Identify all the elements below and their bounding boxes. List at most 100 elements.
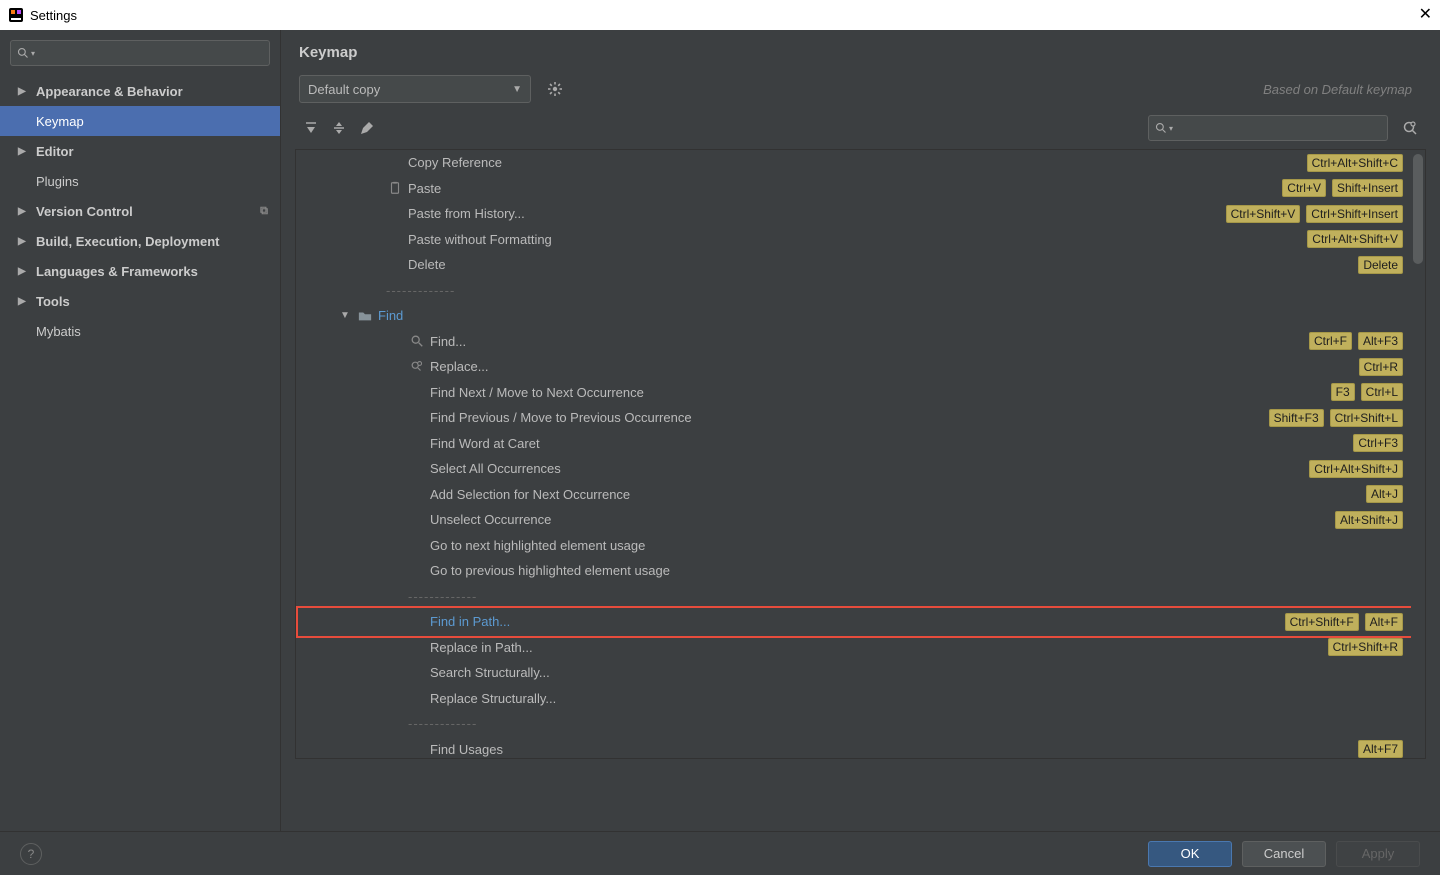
- tree-group-find[interactable]: ▼Find: [296, 303, 1411, 329]
- chevron-right-icon: ▶: [18, 266, 30, 277]
- actions-search[interactable]: ▾: [1148, 115, 1388, 141]
- shortcut-badge: Shift+F3: [1269, 409, 1324, 427]
- shortcut-badge: Ctrl+Alt+Shift+J: [1309, 460, 1403, 478]
- chevron-right-icon: ▶: [18, 236, 30, 247]
- separator-text: -------------: [408, 589, 477, 604]
- shortcut-group: Ctrl+Alt+Shift+J: [1309, 460, 1403, 478]
- tree-separator: -------------: [296, 278, 1411, 304]
- tree-item-label: Replace Structurally...: [430, 691, 556, 706]
- shortcut-badge: Ctrl+F: [1309, 332, 1352, 350]
- tree-item-label: Paste from History...: [408, 206, 525, 221]
- tree-item[interactable]: Find Previous / Move to Previous Occurre…: [296, 405, 1411, 431]
- sidebar-item-build-execution-deployment[interactable]: ▶Build, Execution, Deployment: [0, 226, 280, 256]
- sidebar-item-label: Keymap: [36, 114, 84, 129]
- edit-icon[interactable]: [355, 116, 379, 140]
- shortcut-badge: Ctrl+Shift+R: [1328, 638, 1403, 656]
- tree-item[interactable]: Find in Path...Ctrl+Shift+FAlt+F: [296, 609, 1411, 635]
- shortcut-group: Ctrl+F3: [1353, 434, 1403, 452]
- tree-item[interactable]: Paste from History...Ctrl+Shift+VCtrl+Sh…: [296, 201, 1411, 227]
- shortcut-badge: Ctrl+V: [1282, 179, 1326, 197]
- help-button[interactable]: ?: [20, 843, 42, 865]
- tree-item[interactable]: Copy ReferenceCtrl+Alt+Shift+C: [296, 150, 1411, 176]
- tree-item-label: Search Structurally...: [430, 665, 550, 680]
- tree-item-label: Paste: [408, 181, 441, 196]
- sidebar: ▾ ▶Appearance & Behavior Keymap ▶ Editor Plu…: [0, 30, 281, 831]
- tree-item[interactable]: Paste without FormattingCtrl+Alt+Shift+V: [296, 227, 1411, 253]
- shortcut-badge: Alt+F3: [1358, 332, 1403, 350]
- shortcut-badge: Ctrl+Alt+Shift+C: [1307, 154, 1403, 172]
- shortcut-badge: Ctrl+F3: [1353, 434, 1403, 452]
- sidebar-item-tools[interactable]: ▶ Tools: [0, 286, 280, 316]
- tree-item[interactable]: Find...Ctrl+FAlt+F3: [296, 329, 1411, 355]
- search-icon: [17, 47, 29, 59]
- tree-item[interactable]: DeleteDelete: [296, 252, 1411, 278]
- ok-button[interactable]: OK: [1148, 841, 1232, 867]
- shortcut-badge: Alt+J: [1366, 485, 1403, 503]
- sidebar-item-label: Version Control: [36, 204, 133, 219]
- collapse-all-icon[interactable]: [327, 116, 351, 140]
- shortcut-group: Ctrl+F Alt+F3: [1309, 332, 1403, 350]
- tree-item-label: Find Usages: [430, 742, 503, 757]
- shortcut-badge: F3: [1331, 383, 1355, 401]
- titlebar: Settings ✕: [0, 0, 1440, 30]
- sidebar-item-keymap[interactable]: Keymap: [0, 106, 280, 136]
- tree-item[interactable]: Paste Ctrl+V Shift+Insert: [296, 176, 1411, 202]
- shortcut-badge: Shift+Insert: [1332, 179, 1403, 197]
- chevron-right-icon: ▶: [18, 206, 30, 217]
- cancel-button[interactable]: Cancel: [1242, 841, 1326, 867]
- tree-item-label: Find in Path...: [430, 614, 510, 629]
- separator-text: -------------: [408, 716, 477, 731]
- sidebar-item-appearance-behavior[interactable]: ▶Appearance & Behavior: [0, 76, 280, 106]
- vcs-badge-icon: ⧉: [260, 205, 268, 218]
- tree-item-label: Unselect Occurrence: [430, 512, 551, 527]
- tree-item[interactable]: Go to next highlighted element usage: [296, 533, 1411, 559]
- chevron-down-icon: ▾: [1169, 124, 1173, 133]
- tree-item[interactable]: Select All OccurrencesCtrl+Alt+Shift+J: [296, 456, 1411, 482]
- tree-item-label: Find Previous / Move to Previous Occurre…: [430, 410, 692, 425]
- sidebar-search[interactable]: ▾: [10, 40, 270, 66]
- tree-item[interactable]: Find Next / Move to Next OccurrenceF3Ctr…: [296, 380, 1411, 406]
- chevron-right-icon: ▶: [18, 146, 30, 157]
- tree-item[interactable]: Find UsagesAlt+F7: [296, 737, 1411, 759]
- find-by-shortcut-icon[interactable]: [1398, 120, 1422, 136]
- tree-item[interactable]: Go to previous highlighted element usage: [296, 558, 1411, 584]
- sidebar-item-label: Tools: [36, 294, 70, 309]
- tree-item[interactable]: Replace Structurally...: [296, 686, 1411, 712]
- search-icon: [1155, 122, 1167, 134]
- sidebar-item-plugins[interactable]: Plugins: [0, 166, 280, 196]
- sidebar-item-label: Languages & Frameworks: [36, 264, 198, 279]
- tree-item[interactable]: Replace in Path... Ctrl+Shift+R: [296, 635, 1411, 661]
- tree-item[interactable]: Unselect OccurrenceAlt+Shift+J: [296, 507, 1411, 533]
- tree-item[interactable]: Search Structurally...: [296, 660, 1411, 686]
- apply-button[interactable]: Apply: [1336, 841, 1420, 867]
- chevron-right-icon: ▶: [18, 86, 30, 97]
- close-icon[interactable]: ✕: [1419, 4, 1432, 24]
- tree-item-label: Find Word at Caret: [430, 436, 540, 451]
- shortcut-group: Ctrl+Shift+R: [1328, 638, 1403, 656]
- tree-item-label: Replace in Path...: [430, 640, 533, 655]
- dialog-footer: ? OK Cancel Apply: [0, 831, 1440, 875]
- chevron-right-icon: ▶: [18, 296, 30, 307]
- shortcut-group: F3 Ctrl+L: [1331, 383, 1403, 401]
- sidebar-item-label: Editor: [36, 144, 74, 159]
- expand-all-icon[interactable]: [299, 116, 323, 140]
- keymap-select[interactable]: Default copy ▼: [299, 75, 531, 103]
- sidebar-item-editor[interactable]: ▶ Editor: [0, 136, 280, 166]
- chevron-down-icon: ▾: [31, 49, 35, 58]
- replace-icon: [408, 360, 426, 374]
- scrollbar[interactable]: [1411, 150, 1425, 758]
- tree-item-label: Paste without Formatting: [408, 232, 552, 247]
- tree-item-label: Go to next highlighted element usage: [430, 538, 645, 553]
- tree-item-label: Go to previous highlighted element usage: [430, 563, 670, 578]
- gear-icon[interactable]: [547, 81, 563, 97]
- window-title: Settings: [30, 8, 77, 23]
- sidebar-item-mybatis[interactable]: Mybatis: [0, 316, 280, 346]
- sidebar-item-version-control[interactable]: ▶ Version Control ⧉: [0, 196, 280, 226]
- tree-item[interactable]: Replace...Ctrl+R: [296, 354, 1411, 380]
- shortcut-badge: Ctrl+L: [1361, 383, 1403, 401]
- tree-item[interactable]: Find Word at Caret Ctrl+F3: [296, 431, 1411, 457]
- tree-item[interactable]: Add Selection for Next OccurrenceAlt+J: [296, 482, 1411, 508]
- shortcut-badge: Ctrl+R: [1359, 358, 1403, 376]
- sidebar-item-languages-frameworks[interactable]: ▶ Languages & Frameworks: [0, 256, 280, 286]
- shortcut-badge: Delete: [1358, 256, 1403, 274]
